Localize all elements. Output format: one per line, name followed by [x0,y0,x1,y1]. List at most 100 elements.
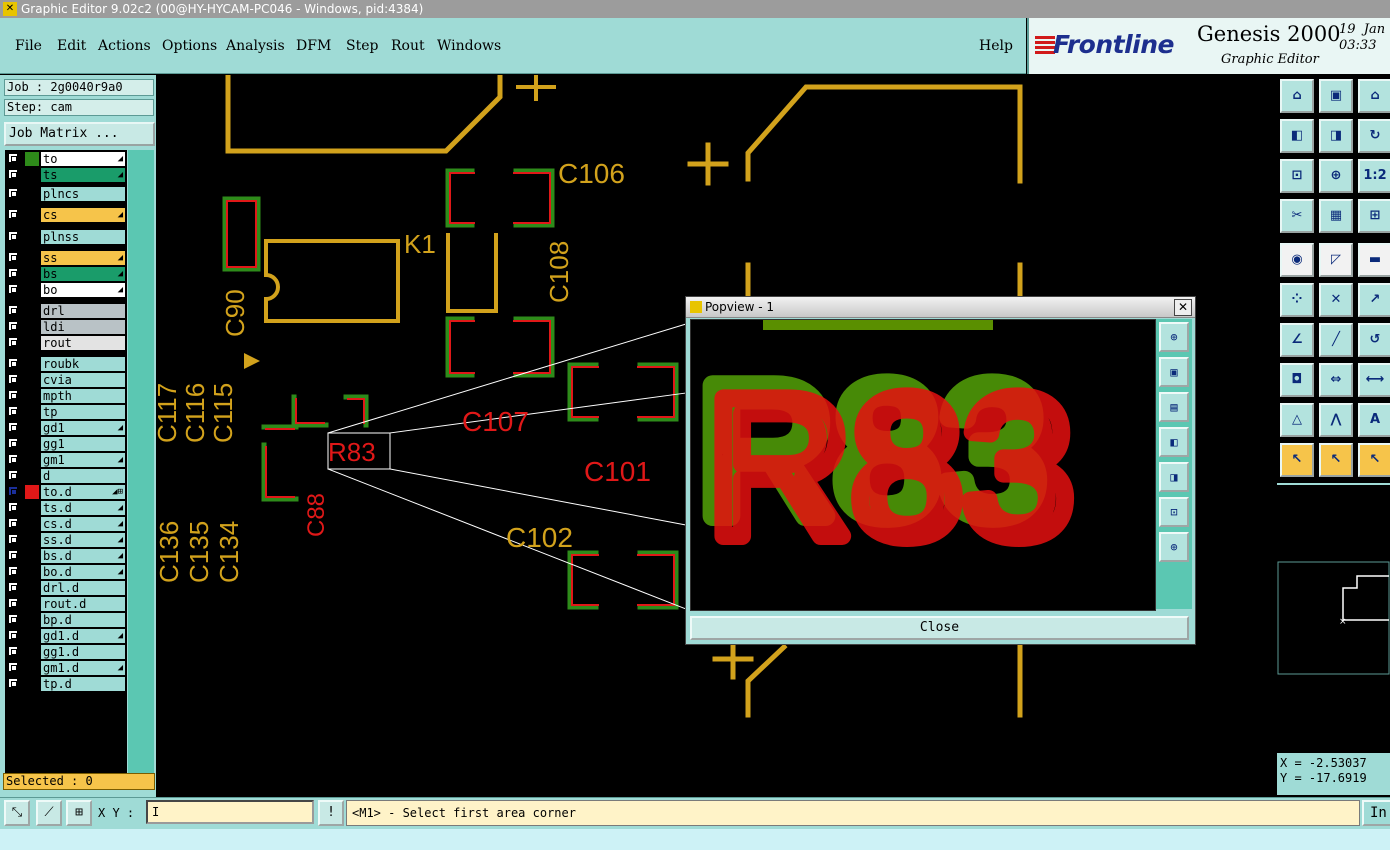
menu-actions[interactable]: Actions [98,38,151,54]
layer-row-gg1[interactable]: gg1 [5,437,127,451]
layer-name[interactable]: cs ◢ [41,208,125,222]
layer-color-swatch[interactable] [25,533,39,547]
zoom-home-icon[interactable]: ⌂ [1280,79,1314,113]
dimension-icon[interactable]: ⟷ [1358,363,1390,397]
grid-icon[interactable]: ▦ [1319,199,1353,233]
popview-center-icon[interactable]: ⊕ [1159,532,1189,562]
layer-name[interactable]: cvia [41,373,125,387]
scale-one-icon[interactable]: 1:2 [1358,159,1390,193]
close-icon[interactable]: ✕ [1174,299,1192,316]
layer-name[interactable]: rout [41,336,125,350]
fit-center-icon[interactable]: ⊕ [1319,159,1353,193]
layer-row-bp-d[interactable]: bp.d [5,613,127,627]
layer-name[interactable]: bo ◢ [41,283,125,297]
menu-windows[interactable]: Windows [437,38,501,54]
menu-edit[interactable]: Edit [57,38,86,54]
layer-name[interactable]: drl [41,304,125,318]
pan-redraw-icon[interactable]: ↻ [1358,119,1390,153]
layer-row-cs[interactable]: cs ◢ [5,208,127,222]
layer-name[interactable]: tp [41,405,125,419]
layer-color-swatch[interactable] [25,283,39,297]
layer-row-gm1-d[interactable]: gm1.d ◢ [5,661,127,675]
layer-row-roubk[interactable]: roubk [5,357,127,371]
layer-row-drl-d[interactable]: drl.d [5,581,127,595]
layer-checkbox[interactable] [8,358,18,368]
popview-viewport[interactable]: R83 R83 [687,319,1156,611]
draw-arc-icon[interactable]: ↺ [1358,323,1390,357]
layer-checkbox[interactable] [8,566,18,576]
layer-name[interactable]: ss.d ◢ [41,533,125,547]
layer-checkbox[interactable] [8,582,18,592]
layer-name[interactable]: bo.d ◢ [41,565,125,579]
mini-map[interactable]: × [1277,560,1390,750]
grid-snap-icon[interactable]: ⊞ [66,800,92,826]
zoom-out-icon[interactable]: ▣ [1319,79,1353,113]
select-object-icon[interactable]: ◉ [1280,243,1314,277]
layer-color-swatch[interactable] [25,168,39,182]
layer-name[interactable]: gd1.d ◢ [41,629,125,643]
angle-icon[interactable]: △ [1280,403,1314,437]
layer-name[interactable]: gg1.d [41,645,125,659]
layer-name[interactable]: roubk [41,357,125,371]
layer-color-swatch[interactable] [25,187,39,201]
layer-name[interactable]: d [41,469,125,483]
menu-file[interactable]: File [15,38,42,54]
layer-color-swatch[interactable] [25,373,39,387]
fit-screen-icon[interactable]: ⊡ [1280,159,1314,193]
layer-row-mpth[interactable]: mpth [5,389,127,403]
layer-name[interactable]: cs.d ◢ [41,517,125,531]
corner-icon[interactable]: ⋀ [1319,403,1353,437]
layer-name[interactable]: gg1 [41,437,125,451]
layer-row-ldi[interactable]: ldi [5,320,127,334]
layer-color-swatch[interactable] [25,437,39,451]
layer-row-ss-d[interactable]: ss.d ◢ [5,533,127,547]
layer-checkbox[interactable] [8,284,18,294]
layer-color-swatch[interactable] [25,304,39,318]
menu-analysis[interactable]: Analysis [226,38,285,54]
layer-checkbox[interactable] [8,252,18,262]
layer-checkbox[interactable] [8,486,18,496]
layer-row-rout-d[interactable]: rout.d [5,597,127,611]
layer-name[interactable]: gm1 ◢ [41,453,125,467]
layer-checkbox[interactable] [8,169,18,179]
layer-name[interactable]: plnss [41,230,125,244]
layer-color-swatch[interactable] [25,208,39,222]
node-edit-icon[interactable]: ⁘ [1280,283,1314,317]
layer-name[interactable]: tp.d [41,677,125,691]
layer-color-swatch[interactable] [25,421,39,435]
popview-close-button[interactable]: Close [690,616,1189,640]
layer-color-swatch[interactable] [25,320,39,334]
layer-checkbox[interactable] [8,470,18,480]
layer-color-swatch[interactable] [25,597,39,611]
menu-dfm[interactable]: DFM [296,38,331,54]
layer-color-swatch[interactable] [25,389,39,403]
layer-row-bo-d[interactable]: bo.d ◢ [5,565,127,579]
menu-options[interactable]: Options [162,38,217,54]
popview-fit-icon[interactable]: ⊡ [1159,497,1189,527]
popview-pan-left-icon[interactable]: ◧ [1159,427,1189,457]
layer-checkbox[interactable] [8,454,18,464]
layer-name[interactable]: bs ◢ [41,267,125,281]
layer-name[interactable]: gd1 ◢ [41,421,125,435]
in-button[interactable]: In [1362,800,1390,826]
layer-checkbox[interactable] [8,305,18,315]
layer-name[interactable]: to ◢ [41,152,125,166]
layer-checkbox[interactable] [8,406,18,416]
layer-row-d[interactable]: d [5,469,127,483]
layer-color-swatch[interactable] [25,613,39,627]
layer-checkbox[interactable] [8,153,18,163]
layer-color-swatch[interactable] [25,485,39,499]
layer-color-swatch[interactable] [25,453,39,467]
layer-color-swatch[interactable] [25,581,39,595]
layer-color-swatch[interactable] [25,645,39,659]
layer-checkbox[interactable] [8,662,18,672]
layer-name[interactable]: gm1.d ◢ [41,661,125,675]
layer-checkbox[interactable] [8,614,18,624]
layer-name[interactable]: ss ◢ [41,251,125,265]
layer-checkbox[interactable] [8,337,18,347]
delete-node-icon[interactable]: ✕ [1319,283,1353,317]
layer-row-cs-d[interactable]: cs.d ◢ [5,517,127,531]
layer-name[interactable]: mpth [41,389,125,403]
menu-help[interactable]: Help [979,38,1013,54]
layer-checkbox[interactable] [8,268,18,278]
